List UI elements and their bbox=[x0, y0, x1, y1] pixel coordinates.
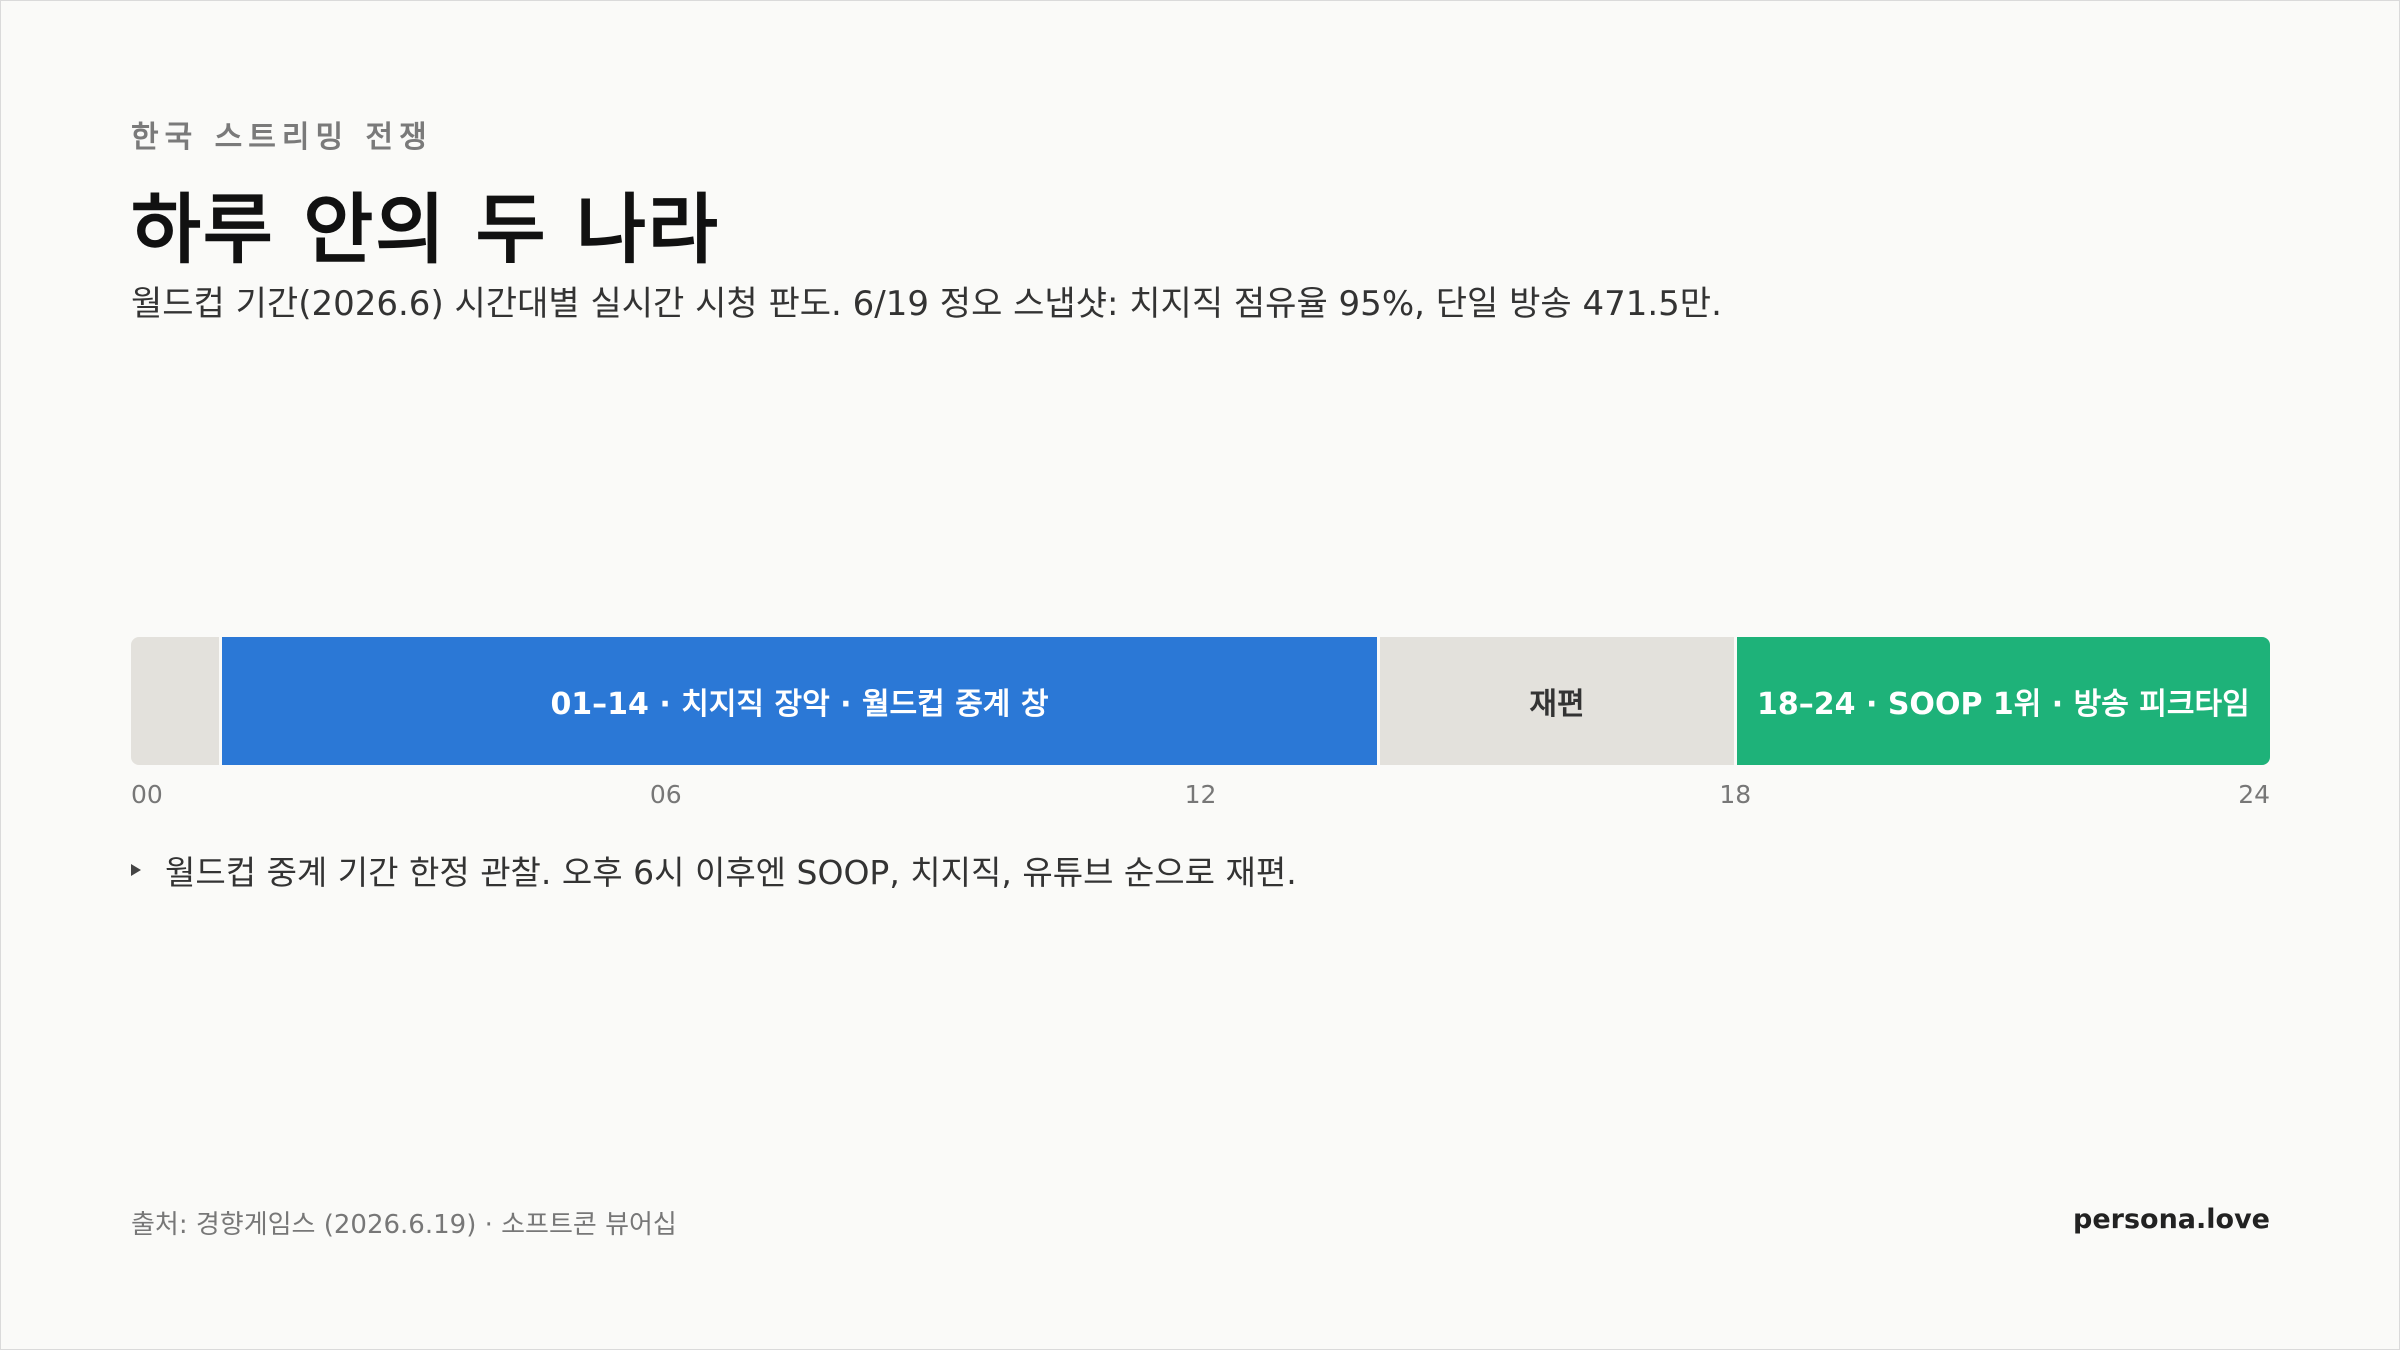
axis-tick-label: 24 bbox=[2238, 780, 2270, 809]
page-title: 하루 안의 두 나라 bbox=[131, 185, 720, 274]
segment-label: 18–24 · SOOP 1위 · 방송 피크타임 bbox=[1757, 687, 2250, 722]
footnote: 월드컵 중계 기간 한정 관찰. 오후 6시 이후엔 SOOP, 치지직, 유튜… bbox=[131, 846, 1297, 894]
source-credit: 출처: 경향게임스 (2026.6.19) · 소프트콘 뷰어십 bbox=[131, 1210, 677, 1240]
timeline-bar: 01–14 · 치지직 장악 · 월드컵 중계 창 재편 18–24 · SOOP … bbox=[131, 637, 2270, 765]
timeline-segment: 재편 bbox=[1380, 637, 1734, 765]
timeline-axis: 00 06 12 18 24 bbox=[131, 780, 2270, 820]
segment-label: 재편 bbox=[1529, 687, 1585, 722]
timeline-segment: 01–14 · 치지직 장악 · 월드컵 중계 창 bbox=[221, 637, 1378, 765]
axis-tick-label: 06 bbox=[649, 780, 682, 809]
footnote-text: 월드컵 중계 기간 한정 관찰. 오후 6시 이후엔 SOOP, 치지직, 유튜… bbox=[165, 853, 1297, 892]
eyebrow: 한국 스트리밍 전쟁 bbox=[131, 120, 433, 155]
brand-logo-text: persona.love bbox=[2073, 1204, 2270, 1235]
axis-tick-label: 12 bbox=[1184, 780, 1217, 809]
subtitle: 월드컵 기간(2026.6) 시간대별 실시간 시청 판도. 6/19 정오 스… bbox=[131, 284, 1722, 324]
timeline-segment: 18–24 · SOOP 1위 · 방송 피크타임 bbox=[1736, 637, 2270, 765]
triangle-right-icon bbox=[131, 864, 141, 876]
axis-tick-label: 18 bbox=[1719, 780, 1752, 809]
axis-tick-label: 00 bbox=[131, 780, 163, 809]
timeline-segment bbox=[131, 637, 219, 765]
segment-label: 01–14 · 치지직 장악 · 월드컵 중계 창 bbox=[550, 687, 1049, 722]
